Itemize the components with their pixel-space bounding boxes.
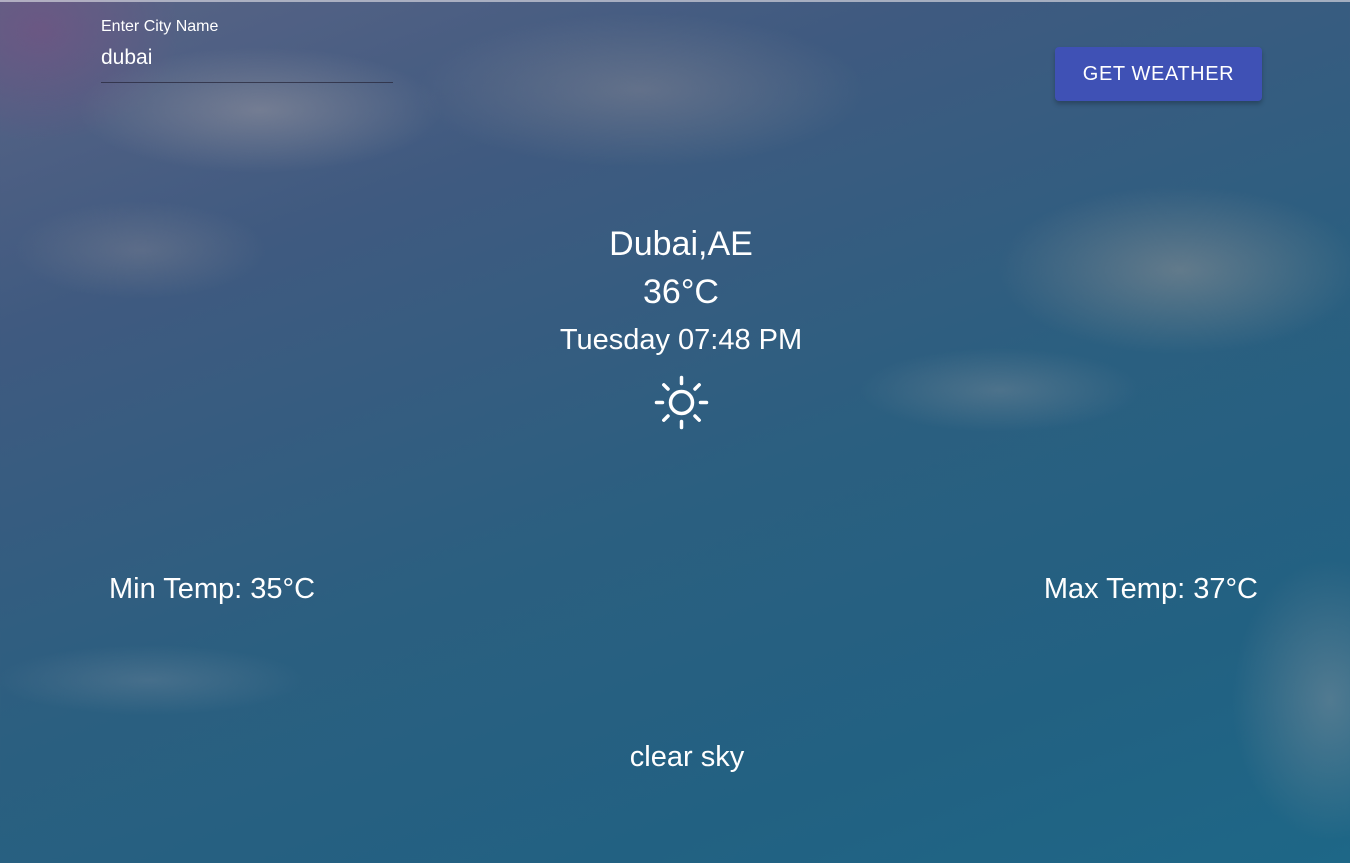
sun-icon — [654, 375, 709, 430]
current-weather: Dubai,AE 36°C Tuesday 07:48 PM — [0, 222, 1350, 362]
date-time: Tuesday 07:48 PM — [559, 324, 803, 356]
max-temperature: Max Temp: 37°C — [1043, 573, 1258, 605]
top-border — [0, 0, 1350, 2]
location-name: Dubai,AE — [609, 225, 753, 263]
min-temperature: Min Temp: 35°C — [109, 573, 316, 605]
city-input-label: Enter City Name — [101, 18, 219, 35]
weather-description: clear sky — [629, 741, 745, 773]
city-search-field: Enter City Name — [101, 17, 393, 83]
get-weather-button[interactable]: GET WEATHER — [1055, 47, 1262, 101]
city-input[interactable] — [101, 45, 393, 83]
current-temperature: 36°C — [643, 273, 719, 311]
